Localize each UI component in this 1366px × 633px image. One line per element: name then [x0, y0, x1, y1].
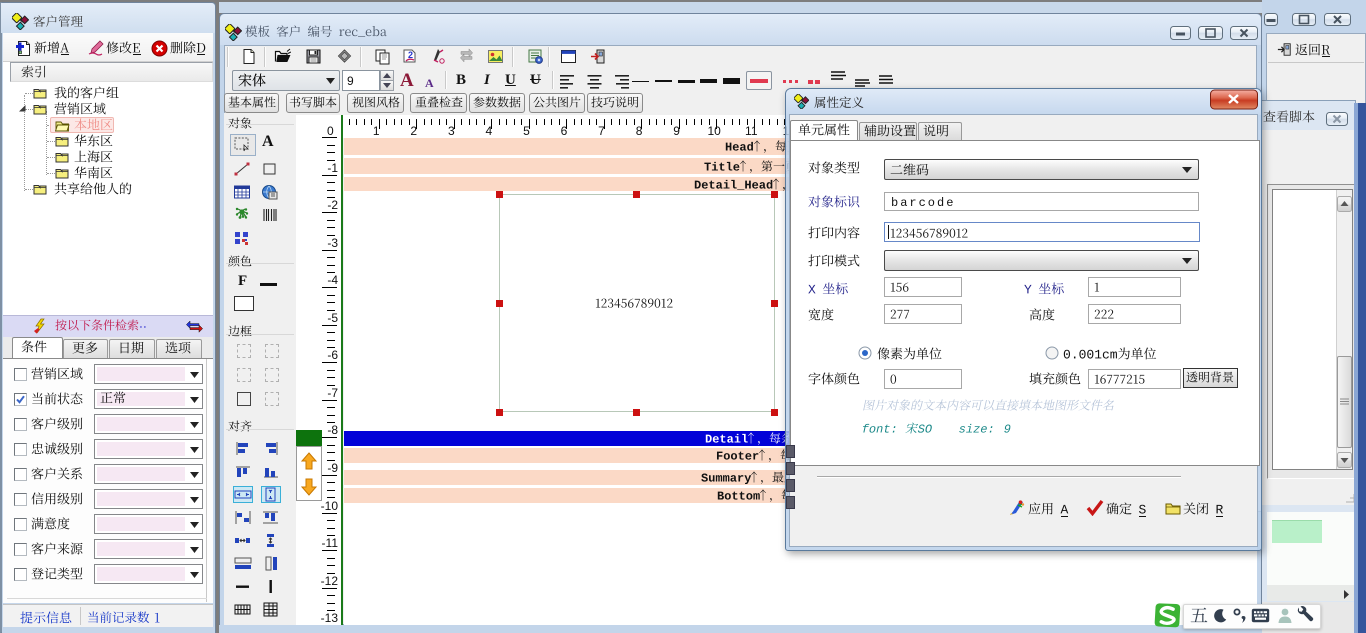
- svg-text:2: 2: [408, 50, 413, 60]
